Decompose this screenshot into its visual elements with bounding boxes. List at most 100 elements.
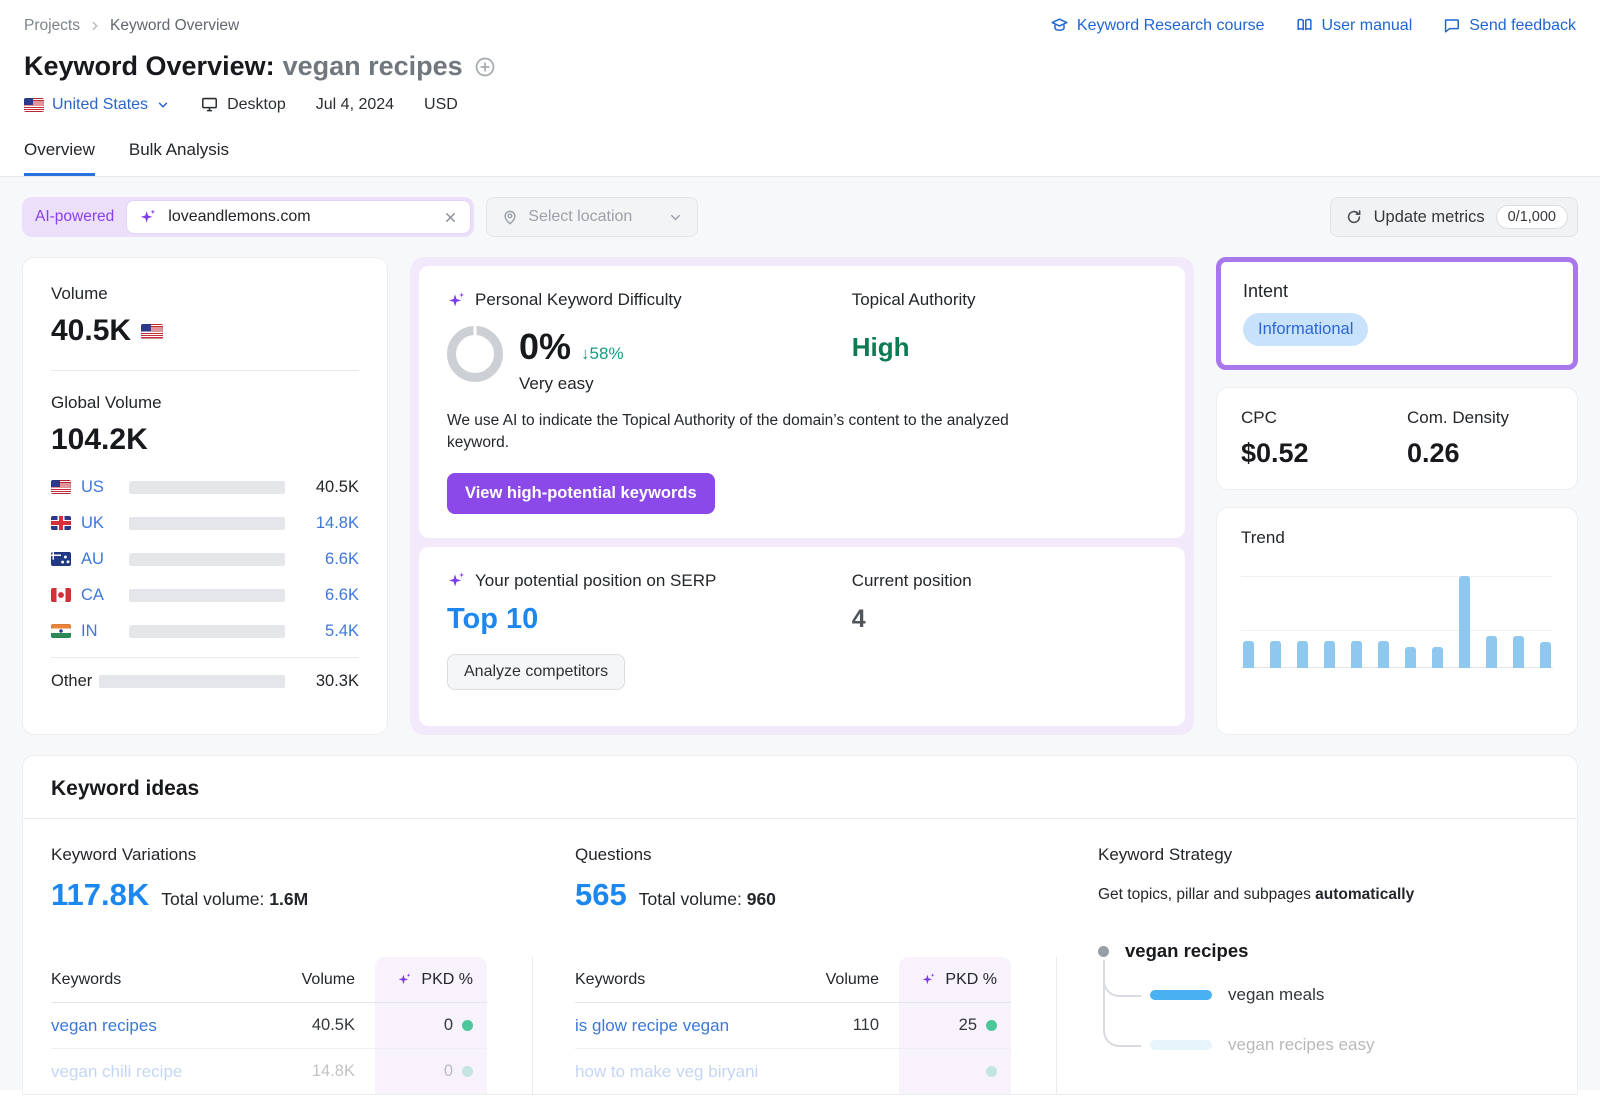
variations-count[interactable]: 117.8K bbox=[51, 877, 149, 913]
intent-badge[interactable]: Informational bbox=[1243, 313, 1368, 346]
graduation-cap-icon bbox=[1050, 16, 1069, 35]
country-flag-icon bbox=[51, 624, 71, 638]
intent-card: Intent Informational bbox=[1216, 257, 1578, 370]
topical-authority-label: Topical Authority bbox=[852, 290, 976, 310]
strategy-root-keyword[interactable]: vegan recipes bbox=[1125, 940, 1248, 962]
page-title-keyword: vegan recipes bbox=[283, 51, 463, 81]
keyword-research-course-link[interactable]: Keyword Research course bbox=[1050, 16, 1265, 35]
feedback-bubble-icon bbox=[1442, 16, 1461, 35]
pkd-level: Very easy bbox=[519, 374, 624, 394]
trend-chart bbox=[1241, 576, 1553, 668]
tab-bar: Overview Bulk Analysis bbox=[24, 134, 1576, 176]
keyword-link[interactable]: vegan chili recipe bbox=[51, 1062, 182, 1082]
trend-bar bbox=[1540, 642, 1551, 668]
location-pin-icon bbox=[501, 208, 519, 226]
search-input[interactable] bbox=[166, 207, 434, 227]
send-feedback-link[interactable]: Send feedback bbox=[1442, 16, 1576, 35]
ai-insights-panel: Personal Keyword Difficulty 0% ↓58% Very… bbox=[410, 257, 1194, 735]
pkd-donut-chart bbox=[447, 326, 503, 382]
tab[interactable]: Bulk Analysis bbox=[129, 134, 229, 176]
country-volume-bar bbox=[129, 481, 285, 494]
strategy-child-row: vegan recipes easy bbox=[1150, 1020, 1549, 1070]
ai-sparkle-icon bbox=[447, 571, 466, 590]
current-position-label: Current position bbox=[852, 571, 972, 591]
table-header-row: Keywords Volume PKD % bbox=[575, 957, 1011, 1003]
country-code[interactable]: US bbox=[81, 478, 129, 497]
country-volume-value: 30.3K bbox=[301, 672, 359, 691]
pkd-value: 0% bbox=[519, 326, 571, 368]
keyword-pkd: 0 bbox=[444, 1016, 453, 1035]
volume-value: 40.5K bbox=[51, 314, 359, 348]
keyword-link[interactable]: is glow recipe vegan bbox=[575, 1016, 729, 1036]
questions-table: Keywords Volume PKD % is bbox=[575, 957, 1011, 1095]
country-code[interactable]: UK bbox=[81, 514, 129, 533]
com-density-label: Com. Density bbox=[1407, 408, 1509, 428]
keyword-row: how to make veg biryani bbox=[575, 1049, 1011, 1095]
keyword-row: is glow recipe vegan 110 25 bbox=[575, 1003, 1011, 1049]
ai-sparkle-icon bbox=[139, 208, 157, 226]
trend-bar bbox=[1378, 641, 1389, 668]
keyword-link[interactable]: how to make veg biryani bbox=[575, 1062, 758, 1082]
pkd-status-dot bbox=[462, 1020, 473, 1031]
add-keyword-icon[interactable] bbox=[473, 55, 497, 79]
strategy-subtitle: Get topics, pillar and subpages automati… bbox=[1098, 886, 1549, 904]
location-select[interactable]: Select location bbox=[486, 197, 698, 237]
us-flag-icon bbox=[24, 98, 44, 112]
analyze-competitors-button[interactable]: Analyze competitors bbox=[447, 654, 625, 690]
strategy-child-keyword[interactable]: vegan meals bbox=[1228, 985, 1324, 1005]
page-title: Keyword Overview:vegan recipes bbox=[24, 51, 463, 82]
country-code[interactable]: CA bbox=[81, 586, 129, 605]
serp-potential-value: Top 10 bbox=[447, 603, 852, 636]
pkd-column-header: PKD % bbox=[899, 957, 1011, 1002]
breadcrumb-projects[interactable]: Projects bbox=[24, 17, 80, 35]
country-code[interactable]: IN bbox=[81, 622, 129, 641]
country-volume-value: 40.5K bbox=[301, 478, 359, 497]
trend-bar bbox=[1270, 641, 1281, 668]
serp-position-card: Your potential position on SERP Top 10 A… bbox=[419, 547, 1185, 726]
cpc-value: $0.52 bbox=[1241, 438, 1407, 469]
strategy-child-keyword[interactable]: vegan recipes easy bbox=[1228, 1035, 1374, 1055]
tab[interactable]: Overview bbox=[24, 134, 95, 176]
country-code[interactable]: AU bbox=[81, 550, 129, 569]
personal-keyword-difficulty-card: Personal Keyword Difficulty 0% ↓58% Very… bbox=[419, 266, 1185, 538]
device-indicator: Desktop bbox=[200, 95, 286, 114]
view-high-potential-keywords-button[interactable]: View high-potential keywords bbox=[447, 473, 715, 514]
keyword-link[interactable]: vegan recipes bbox=[51, 1016, 157, 1036]
trend-bar bbox=[1351, 641, 1362, 668]
trend-bar bbox=[1297, 641, 1308, 668]
country-flag-icon bbox=[51, 480, 71, 494]
strategy-child-row: vegan meals bbox=[1150, 970, 1549, 1020]
trend-bar bbox=[1459, 576, 1470, 668]
global-volume-label: Global Volume bbox=[51, 393, 359, 413]
pkd-delta: ↓58% bbox=[581, 344, 624, 364]
trend-bar bbox=[1243, 641, 1254, 668]
country-volume-row: AU 6.6K bbox=[51, 541, 359, 577]
chevron-down-icon bbox=[668, 210, 683, 225]
user-manual-link[interactable]: User manual bbox=[1295, 16, 1413, 35]
serp-title: Your potential position on SERP bbox=[475, 571, 716, 591]
country-volume-value: 14.8K bbox=[301, 514, 359, 533]
update-metrics-button[interactable]: Update metrics 0/1,000 bbox=[1330, 197, 1578, 237]
cpc-label: CPC bbox=[1241, 408, 1407, 428]
strategy-topic-bar bbox=[1150, 1040, 1212, 1050]
country-flag-icon bbox=[51, 516, 71, 530]
trend-bar bbox=[1405, 647, 1416, 668]
country-volume-bar bbox=[129, 625, 285, 638]
clear-search-icon[interactable] bbox=[443, 210, 458, 225]
page-header: Projects Keyword Overview Keyword Resear… bbox=[0, 0, 1600, 176]
volume-column-header: Volume bbox=[279, 957, 375, 1002]
volume-column-header: Volume bbox=[803, 957, 899, 1002]
questions-label: Questions bbox=[575, 845, 1011, 865]
ai-sparkle-icon bbox=[921, 972, 936, 987]
pkd-title: Personal Keyword Difficulty bbox=[475, 290, 682, 310]
country-code[interactable]: Other bbox=[51, 672, 99, 691]
trend-bar bbox=[1486, 636, 1497, 668]
ai-sparkle-icon bbox=[397, 972, 412, 987]
keyword-volume: 14.8K bbox=[312, 1062, 355, 1081]
questions-count[interactable]: 565 bbox=[575, 877, 627, 913]
search-field[interactable] bbox=[126, 200, 471, 234]
country-selector[interactable]: United States bbox=[24, 96, 170, 114]
pkd-column-header: PKD % bbox=[375, 957, 487, 1002]
keyword-pkd: 0 bbox=[444, 1062, 453, 1081]
country-volume-row: Other 30.3K bbox=[51, 657, 359, 699]
